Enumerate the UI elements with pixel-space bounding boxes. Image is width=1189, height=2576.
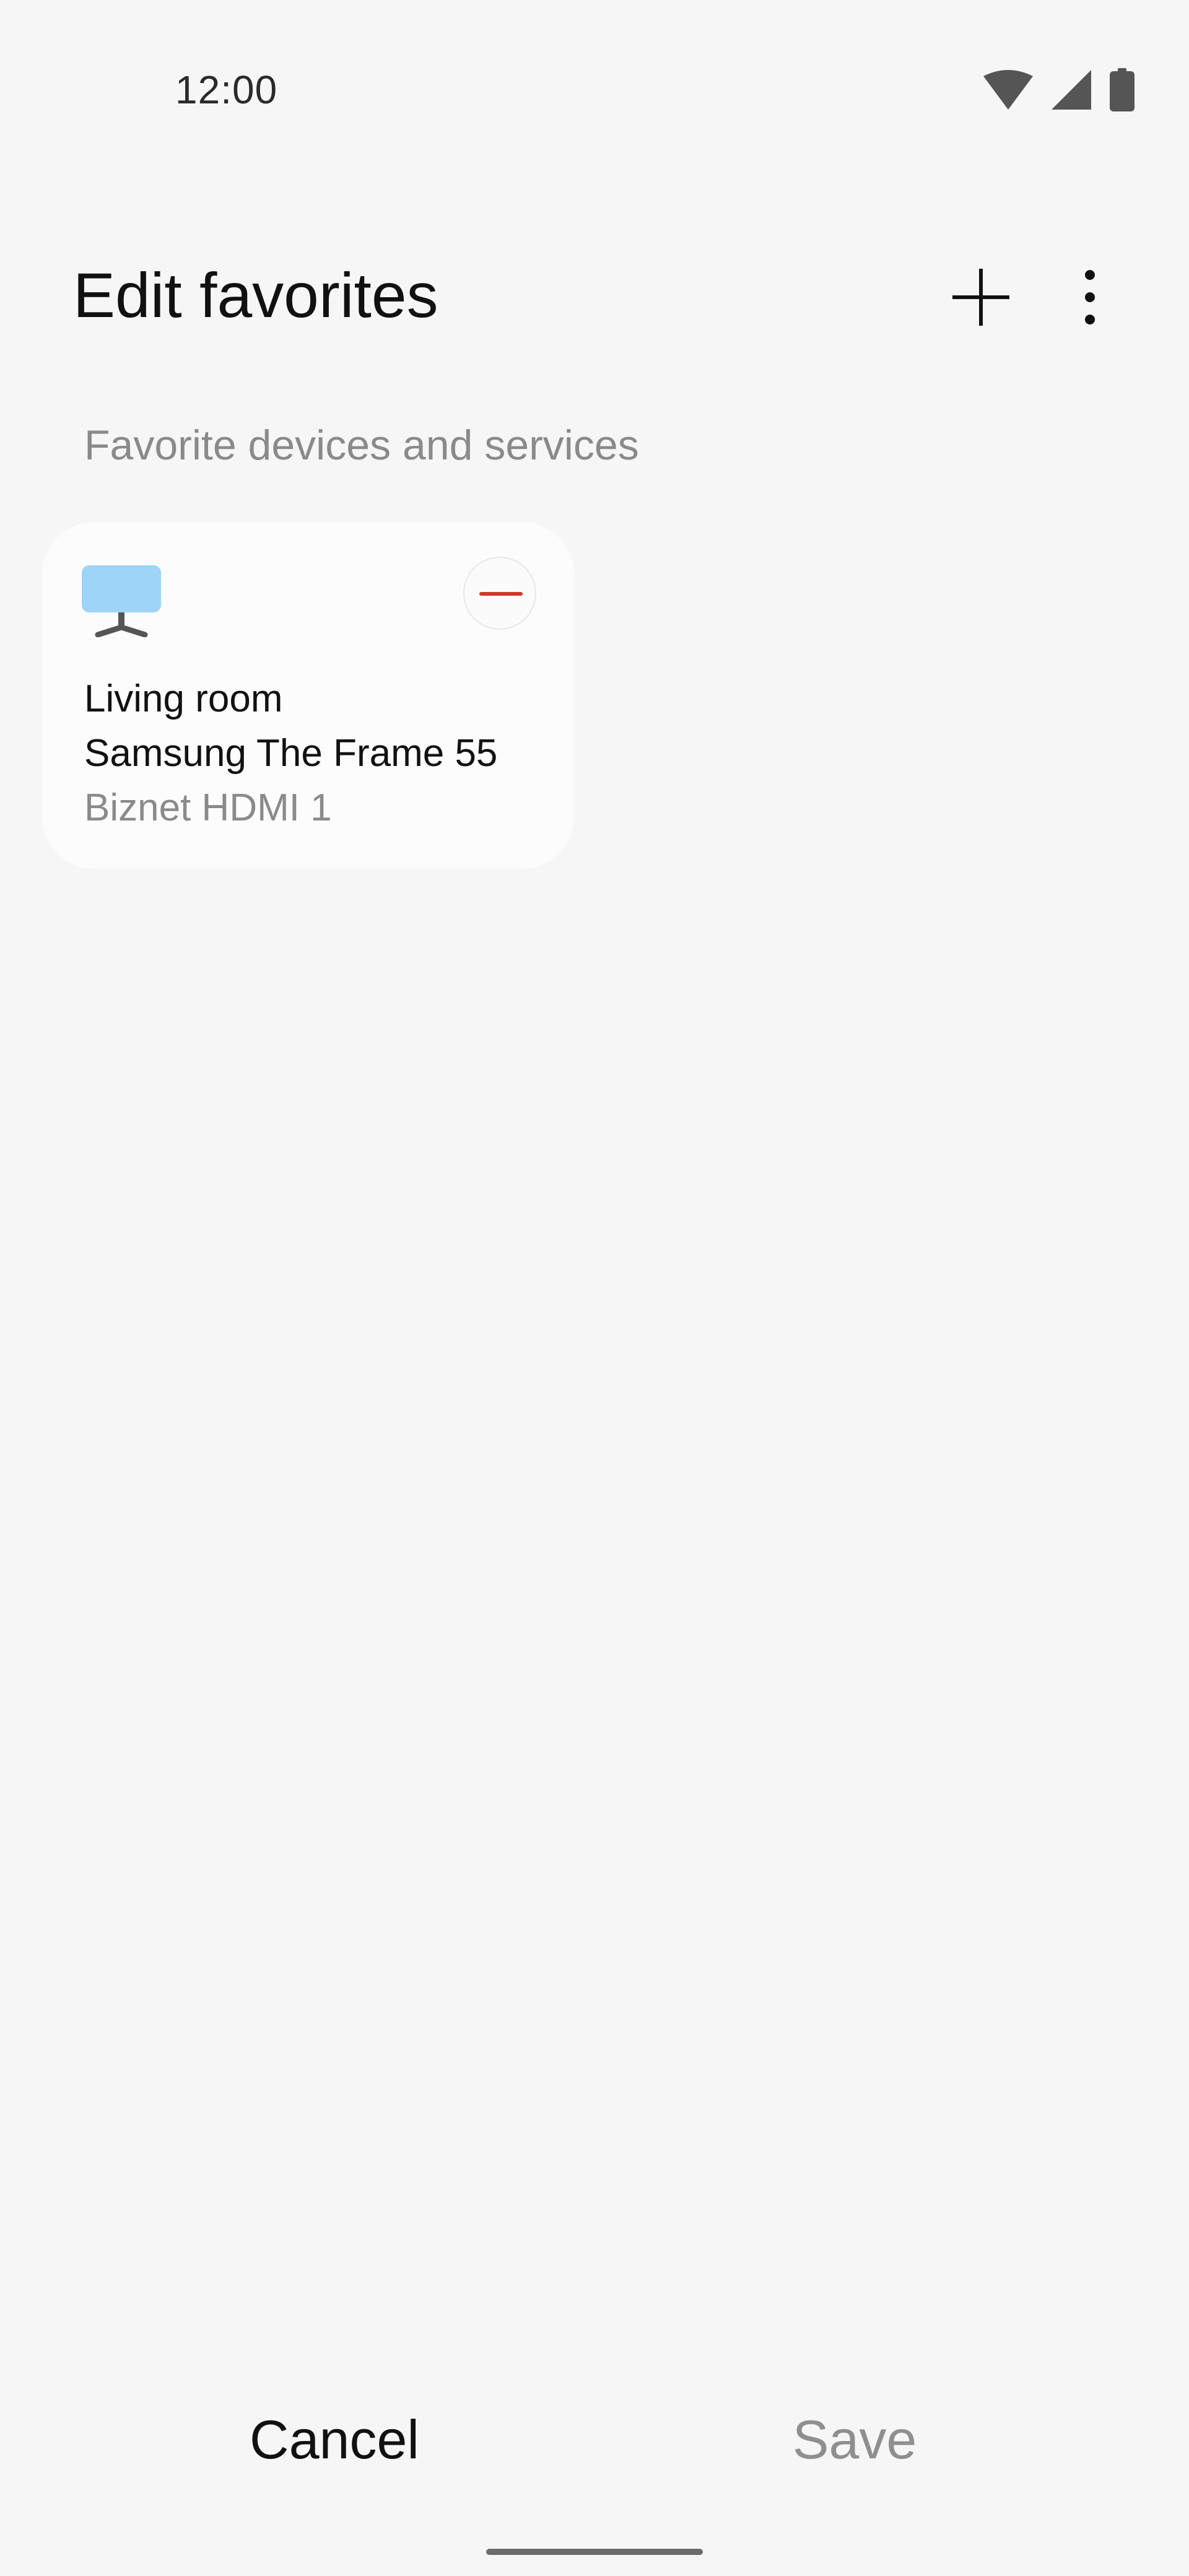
page-title: Edit favorites [73,260,438,331]
save-button[interactable]: Save [656,2390,1053,2489]
device-room-label: Living room [84,677,283,720]
bottom-action-bar: Cancel Save [0,2390,1189,2489]
device-source-label: Biznet HDMI 1 [84,786,332,829]
more-vert-icon [1053,270,1127,337]
add-icon [944,269,1018,337]
home-indicator[interactable] [486,2549,703,2555]
signal-icon [1052,70,1091,113]
cancel-button[interactable]: Cancel [136,2390,533,2489]
battery-icon [1110,68,1135,115]
tv-icon [79,565,163,638]
status-icons [983,68,1135,115]
remove-favorite-button[interactable] [463,557,536,630]
status-time: 12:00 [175,67,278,112]
remove-icon [479,592,523,596]
device-name-label: Samsung The Frame 55 [84,732,498,775]
section-label: Favorite devices and services [84,422,639,469]
favorite-device-card[interactable]: Living room Samsung The Frame 55 Biznet … [42,522,574,869]
add-button[interactable] [944,260,1018,334]
more-options-button[interactable] [1053,260,1127,334]
wifi-icon [983,70,1033,113]
